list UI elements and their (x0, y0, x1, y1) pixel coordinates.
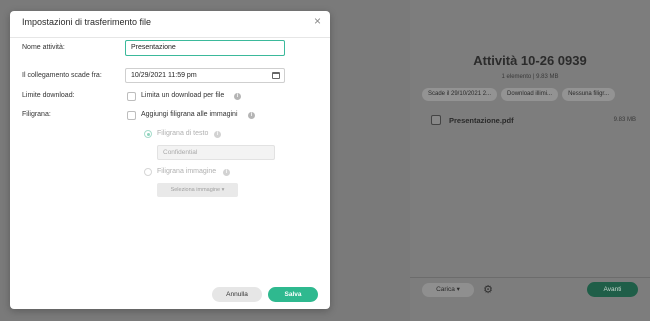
chip-download[interactable]: Download illimi... (501, 88, 559, 101)
activity-chips: Scade il 29/10/2021 2... Download illimi… (422, 88, 616, 101)
download-limit-option[interactable]: Limita un download per file (141, 92, 224, 99)
activity-title: Attività 10-26 0939 (473, 53, 587, 68)
cancel-button[interactable]: Annulla (212, 287, 262, 302)
info-icon[interactable]: i (248, 112, 255, 119)
next-button[interactable]: Avanti (587, 282, 638, 297)
activity-name-input[interactable]: Presentazione (125, 40, 285, 56)
watermark-checkbox[interactable] (127, 111, 136, 120)
select-image-button[interactable]: Seleziona immagine ▾ (157, 183, 238, 197)
footer-divider (410, 277, 650, 278)
save-button[interactable]: Salva (268, 287, 318, 302)
activity-panel (410, 0, 650, 321)
info-icon[interactable]: i (214, 131, 221, 138)
info-icon[interactable]: i (234, 93, 241, 100)
activity-name-label: Nome attività: (22, 44, 65, 51)
watermark-label: Filigrana: (22, 111, 51, 118)
text-watermark-input[interactable]: Confidential (157, 145, 275, 160)
dialog-header: Impostazioni di trasferimento file × (10, 11, 330, 33)
file-name: Presentazione.pdf (449, 115, 514, 125)
calendar-icon[interactable] (272, 72, 280, 79)
chip-expiry[interactable]: Scade il 29/10/2021 2... (422, 88, 498, 101)
watermark-option[interactable]: Aggiungi filigrana alle immagini (141, 111, 238, 118)
dialog-title: Impostazioni di trasferimento file (22, 17, 152, 27)
header-divider (10, 37, 330, 38)
close-icon[interactable]: × (314, 15, 321, 27)
download-limit-checkbox[interactable] (127, 92, 136, 101)
chip-watermark[interactable]: Nessuna filigr... (562, 88, 616, 101)
text-watermark-radio[interactable] (144, 130, 152, 138)
upload-dropdown-button[interactable]: Carica ▾ (422, 283, 474, 297)
text-watermark-option[interactable]: Filigrana di testo (157, 130, 208, 137)
download-limit-label: Limite download: (22, 92, 75, 99)
file-size: 9.83 MB (613, 117, 636, 123)
transfer-settings-dialog: Impostazioni di trasferimento file × Nom… (10, 11, 330, 309)
activity-summary: 1 elemento | 9.83 MB (501, 74, 559, 80)
info-icon[interactable]: i (223, 169, 230, 176)
image-watermark-radio[interactable] (144, 168, 152, 176)
upload-label: Carica (436, 286, 455, 293)
expiry-value: 10/29/2021 11:59 pm (131, 72, 197, 79)
expiry-datetime-input[interactable]: 10/29/2021 11:59 pm (125, 68, 285, 83)
file-checkbox[interactable] (431, 115, 441, 125)
file-row[interactable]: Presentazione.pdf 9.83 MB (431, 114, 636, 126)
image-watermark-option[interactable]: Filigrana immagine (157, 168, 216, 175)
gear-icon[interactable]: ⚙ (482, 284, 494, 296)
expiry-label: Il collegamento scade fra: (22, 72, 102, 79)
